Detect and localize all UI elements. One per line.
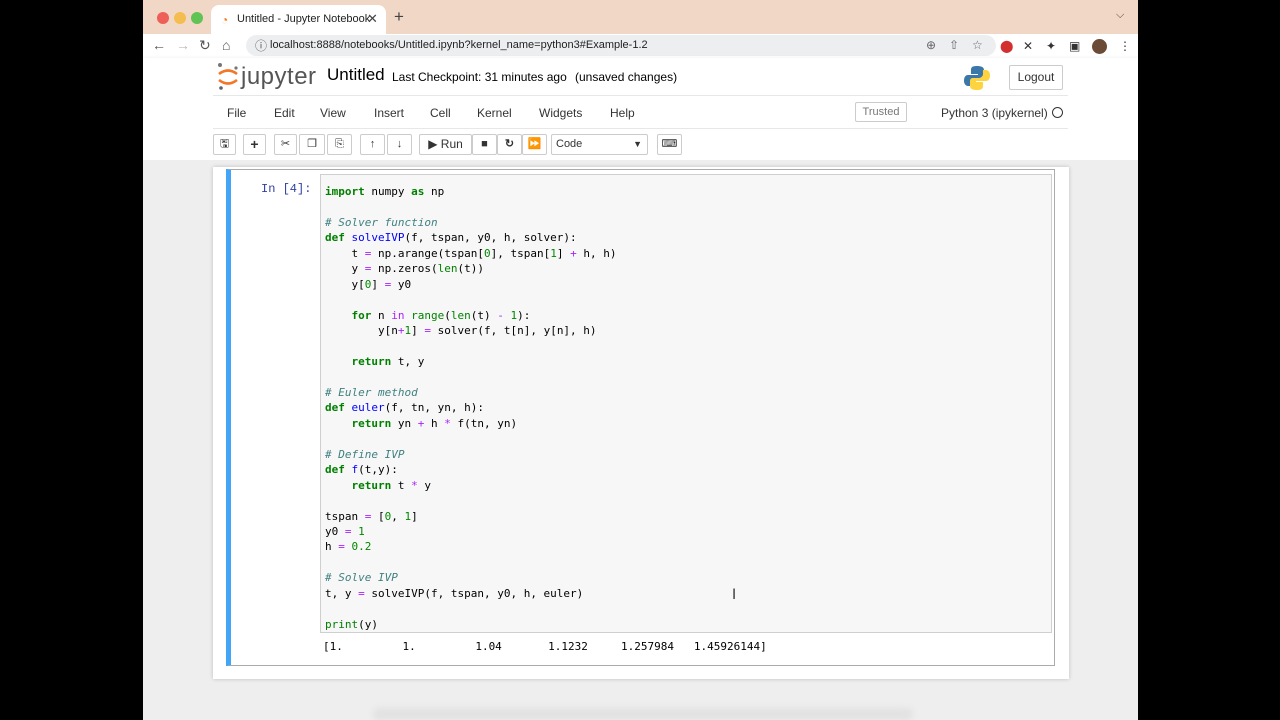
cell-type-value: Code [556,138,583,150]
new-tab-icon[interactable]: + [394,7,404,27]
menu-widgets[interactable]: Widgets [539,106,582,120]
scissors-icon: ✂ [280,138,291,150]
zoom-icon[interactable]: ⊕ [926,38,936,52]
play-icon: ▶ [428,137,438,151]
copy-icon: ❐ [307,138,317,150]
run-label: Run [440,137,463,151]
arrow-down-icon: ↓ [396,138,403,150]
kernel-status-icon [1052,107,1063,118]
profile-avatar[interactable] [1092,39,1107,54]
save-icon: 🖫 [219,138,230,150]
menu-cell[interactable]: Cell [430,106,451,120]
close-window-icon[interactable] [157,12,169,24]
arrow-up-icon: ↑ [369,138,376,150]
cell-type-select[interactable]: Code ▼ [551,134,648,155]
keyboard-icon: ⌨ [661,138,678,150]
url-text[interactable]: localhost:8888/notebooks/Untitled.ipynb?… [270,39,648,51]
bookmark-star-icon[interactable]: ☆ [972,38,983,52]
input-prompt: In [4]: [261,182,312,196]
notebook-name[interactable]: Untitled [327,65,385,85]
menu-bar: File Edit View Insert Cell Kernel Widget… [213,95,1068,129]
site-info-icon[interactable]: ⓘ [255,37,267,54]
cell-output: [1. 1. 1.04 1.1232 1.257984 1.45926144] [323,640,767,653]
address-bar[interactable]: ⓘ localhost:8888/notebooks/Untitled.ipyn… [246,35,996,56]
code-text[interactable]: import numpy as np # Solver function def… [325,184,616,632]
menu-edit[interactable]: Edit [274,106,295,120]
back-icon[interactable]: ← [152,37,166,53]
reload-icon[interactable]: ↻ [199,37,211,53]
forward-icon[interactable]: → [176,37,190,53]
code-cell[interactable]: In [4]: import numpy as np # Solver func… [226,169,1055,666]
command-palette-button[interactable]: ⌨ [657,134,682,155]
notebook-site: In [4]: import numpy as np # Solver func… [143,160,1138,720]
move-down-button[interactable]: ↓ [387,134,412,155]
close-tab-icon[interactable]: ✕ [367,11,378,27]
run-button[interactable]: ▶ Run [419,134,472,155]
puzzle-extensions-icon[interactable]: ✦ [1046,39,1056,53]
jupyter-wordmark: jupyter [241,63,317,90]
plus-icon: + [250,136,259,152]
kernel-name[interactable]: Python 3 (ipykernel) [941,106,1048,120]
sidebar-icon[interactable]: ▣ [1069,39,1080,53]
python-logo-icon [963,64,991,97]
interrupt-button[interactable]: ■ [472,134,497,155]
notebook-container: In [4]: import numpy as np # Solver func… [213,167,1069,679]
menu-view[interactable]: View [320,106,346,120]
code-editor[interactable]: import numpy as np # Solver function def… [320,174,1052,633]
insert-cell-button[interactable]: + [243,134,266,155]
chevron-down-icon: ▼ [633,139,642,149]
notebook-toolbar: 🖫 + ✂ ❐ ⎘ ↑ ↓ ▶ Run ■ ↻ ⏩ Code ▼ ⌨ [213,134,1068,160]
checkpoint-status: Last Checkpoint: 31 minutes ago [392,70,567,84]
minimize-window-icon[interactable] [174,12,186,24]
restart-icon: ↻ [504,138,515,150]
jupyter-logo-icon [218,63,238,90]
browser-toolbar: ← → ↻ ⌂ ⓘ localhost:8888/notebooks/Untit… [143,34,1138,58]
move-up-button[interactable]: ↑ [360,134,385,155]
menu-help[interactable]: Help [610,106,635,120]
restart-button[interactable]: ↻ [497,134,522,155]
copy-button[interactable]: ❐ [299,134,325,155]
cut-button[interactable]: ✂ [274,134,297,155]
tab-search-chevron-icon[interactable]: ⌵ [1116,9,1124,22]
dock-shadow [373,708,913,720]
autosave-status: (unsaved changes) [575,70,678,84]
tab-strip: ◔ Untitled - Jupyter Notebook ✕ + ⌵ [143,0,1138,34]
share-icon[interactable]: ⇧ [949,38,959,52]
stop-icon: ■ [481,138,488,150]
text-cursor-icon: I [732,587,737,603]
fast-forward-icon: ⏩ [527,138,542,150]
notebook-header: jupyter Untitled Last Checkpoint: 31 min… [143,58,1138,160]
browser-window: ◔ Untitled - Jupyter Notebook ✕ + ⌵ ← → … [143,0,1138,720]
menu-insert[interactable]: Insert [374,106,404,120]
extension-icon[interactable]: ⬤ [1000,39,1013,53]
paste-button[interactable]: ⎘ [327,134,352,155]
restart-run-all-button[interactable]: ⏩ [522,134,547,155]
menu-kernel[interactable]: Kernel [477,106,512,120]
maximize-window-icon[interactable] [191,12,203,24]
media-icon[interactable]: ✕ [1023,39,1033,53]
browser-tab[interactable]: ◔ Untitled - Jupyter Notebook ✕ [211,5,386,34]
menu-file[interactable]: File [227,106,246,120]
home-icon[interactable]: ⌂ [222,37,230,53]
jupyter-logo[interactable]: jupyter [216,61,316,91]
save-button[interactable]: 🖫 [213,134,236,155]
paste-icon: ⎘ [335,138,344,150]
tab-title: Untitled - Jupyter Notebook [237,13,371,25]
jupyter-favicon-icon: ◔ [221,13,229,27]
logout-button[interactable]: Logout [1009,65,1063,90]
trusted-indicator[interactable]: Trusted [855,102,907,122]
browser-menu-icon[interactable]: ⋮ [1119,39,1131,53]
